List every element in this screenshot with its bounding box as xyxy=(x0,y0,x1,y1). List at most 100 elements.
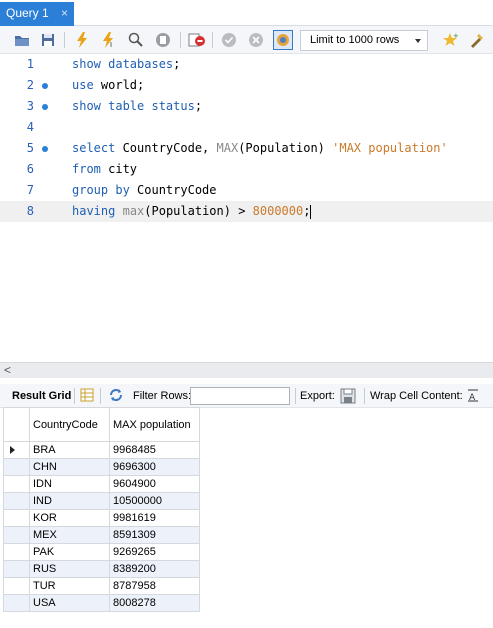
tab-query-1[interactable]: Query 1 × xyxy=(0,2,74,26)
cell-countrycode[interactable]: CHN xyxy=(29,458,110,476)
autocommit-icon[interactable] xyxy=(273,30,293,50)
editor-horizontal-scrollbar[interactable]: < xyxy=(0,362,493,378)
wrap-cell-label: Wrap Cell Content: xyxy=(370,390,463,402)
tab-close-icon[interactable]: × xyxy=(61,6,68,20)
cell-max-population[interactable]: 8787958 xyxy=(109,577,200,595)
row-header[interactable] xyxy=(3,458,30,476)
editor-line[interactable]: 1 show databases; xyxy=(0,54,493,75)
code-token: 8000000 xyxy=(252,204,304,218)
editor-line[interactable]: 4 xyxy=(0,117,493,138)
code-token: (Population) xyxy=(238,141,333,155)
commit-icon[interactable] xyxy=(219,30,239,50)
code-text: group by CountryCode xyxy=(72,180,217,201)
toggle-continue-icon[interactable] xyxy=(187,30,207,50)
column-header-max-population[interactable]: MAX population xyxy=(109,407,200,442)
code-token: (Population) > xyxy=(144,204,253,218)
refresh-icon[interactable] xyxy=(108,388,124,405)
cell-countrycode[interactable]: USA xyxy=(29,594,110,612)
table-row[interactable]: BRA 9968485 xyxy=(3,441,200,459)
svg-text:+: + xyxy=(453,32,458,40)
save-icon[interactable] xyxy=(38,30,58,50)
row-header[interactable] xyxy=(3,594,30,612)
export-icon[interactable] xyxy=(340,388,356,407)
editor-toolbar: I Limit to 1000 rows + xyxy=(0,26,493,54)
cell-countrycode[interactable]: PAK xyxy=(29,543,110,561)
table-row[interactable]: USA 8008278 xyxy=(3,594,200,612)
chevron-down-icon xyxy=(415,39,421,43)
statement-marker-icon xyxy=(42,83,48,89)
row-header[interactable] xyxy=(3,560,30,578)
cell-max-population[interactable]: 8389200 xyxy=(109,560,200,578)
table-row[interactable]: MEX 8591309 xyxy=(3,526,200,544)
grid-form-icon[interactable] xyxy=(80,388,94,405)
result-grid[interactable]: CountryCode MAX population BRA 9968485 CHN… xyxy=(3,407,200,612)
row-header[interactable] xyxy=(3,475,30,493)
table-row[interactable]: PAK 9269265 xyxy=(3,543,200,561)
cell-max-population[interactable]: 8008278 xyxy=(109,594,200,612)
editor-line[interactable]: 6 from city xyxy=(0,159,493,180)
row-header[interactable] xyxy=(3,492,30,510)
cell-max-population[interactable]: 8591309 xyxy=(109,526,200,544)
sql-editor[interactable]: 1 show databases; 2 use world; 3 show table s… xyxy=(0,54,493,362)
table-row[interactable]: RUS 8389200 xyxy=(3,560,200,578)
code-token: ; xyxy=(303,204,311,218)
beautify-icon[interactable] xyxy=(467,30,487,50)
cell-countrycode[interactable]: KOR xyxy=(29,509,110,527)
toolbar-separator xyxy=(364,388,365,404)
editor-line[interactable]: 3 show table status; xyxy=(0,96,493,117)
code-token: ; xyxy=(173,57,181,71)
scroll-left-icon[interactable]: < xyxy=(4,363,11,377)
table-row[interactable]: IDN 9604900 xyxy=(3,475,200,493)
row-header[interactable] xyxy=(3,509,30,527)
text-cursor xyxy=(310,204,312,219)
column-header-countrycode[interactable]: CountryCode xyxy=(29,407,110,442)
wrap-cell-icon[interactable]: A xyxy=(466,388,480,405)
result-grid-tab[interactable]: Result Grid xyxy=(12,390,71,402)
cell-countrycode[interactable]: RUS xyxy=(29,560,110,578)
cell-max-population[interactable]: 9981619 xyxy=(109,509,200,527)
execute-icon[interactable] xyxy=(72,30,92,50)
result-toolbar: Result Grid Filter Rows: Export: Wrap Ce… xyxy=(0,384,493,408)
editor-line[interactable]: 5 select CountryCode, MAX(Population) 'MA… xyxy=(0,138,493,159)
cell-max-population[interactable]: 9696300 xyxy=(109,458,200,476)
editor-line[interactable]: 8 having max(Population) > 8000000; xyxy=(0,201,493,222)
table-row[interactable]: KOR 9981619 xyxy=(3,509,200,527)
stop-icon[interactable] xyxy=(153,30,173,50)
row-header[interactable] xyxy=(3,577,30,595)
limit-rows-select[interactable]: Limit to 1000 rows xyxy=(300,30,428,51)
cell-max-population[interactable]: 9968485 xyxy=(109,441,200,459)
cell-countrycode[interactable]: TUR xyxy=(29,577,110,595)
code-text: from city xyxy=(72,159,137,180)
line-number: 6 xyxy=(26,162,34,176)
toolbar-separator xyxy=(180,32,181,48)
editor-line[interactable]: 7 group by CountryCode xyxy=(0,180,493,201)
cell-countrycode[interactable]: MEX xyxy=(29,526,110,544)
table-row[interactable]: CHN 9696300 xyxy=(3,458,200,476)
code-token: select xyxy=(72,141,116,155)
table-row[interactable]: IND 10500000 xyxy=(3,492,200,510)
editor-line[interactable]: 2 use world; xyxy=(0,75,493,96)
table-row[interactable]: TUR 8787958 xyxy=(3,577,200,595)
cell-max-population[interactable]: 9604900 xyxy=(109,475,200,493)
code-token: show databases xyxy=(72,57,174,71)
row-header[interactable] xyxy=(3,526,30,544)
folder-open-icon[interactable] xyxy=(12,30,32,50)
filter-rows-input[interactable] xyxy=(190,387,290,405)
code-token: CountryCode xyxy=(129,183,217,197)
cell-countrycode[interactable]: BRA xyxy=(29,441,110,459)
execute-current-icon[interactable]: I xyxy=(99,30,119,50)
line-number: 4 xyxy=(26,120,34,134)
cell-max-population[interactable]: 9269265 xyxy=(109,543,200,561)
cell-max-population[interactable]: 10500000 xyxy=(109,492,200,510)
cell-countrycode[interactable]: IDN xyxy=(29,475,110,493)
line-number: 8 xyxy=(26,204,34,218)
bookmark-icon[interactable]: + xyxy=(440,30,460,50)
row-header[interactable] xyxy=(3,543,30,561)
row-header[interactable] xyxy=(3,441,30,459)
grid-header-row: CountryCode MAX population xyxy=(3,407,200,442)
cell-countrycode[interactable]: IND xyxy=(29,492,110,510)
line-number: 2 xyxy=(26,78,34,92)
rollback-icon[interactable] xyxy=(246,30,266,50)
explain-icon[interactable] xyxy=(126,30,146,50)
